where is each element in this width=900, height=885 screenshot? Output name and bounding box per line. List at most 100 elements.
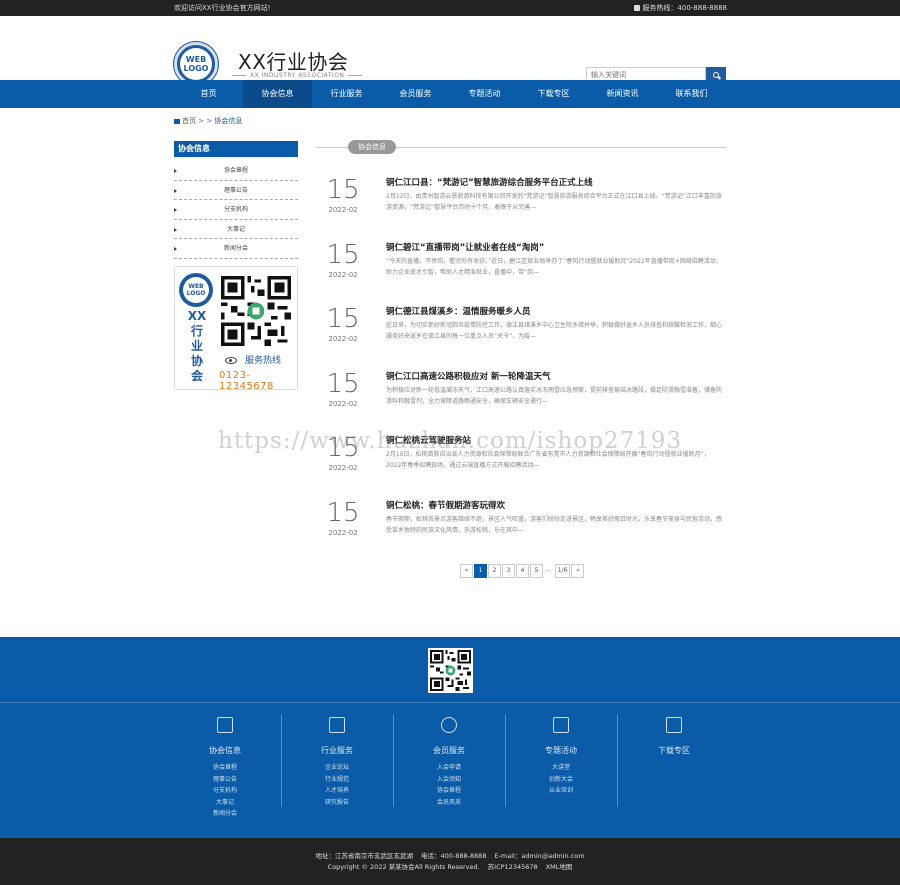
- welcome-text: 欢迎访问XX行业协会官方网站!: [174, 4, 271, 12]
- footer-link[interactable]: 入会申请: [393, 762, 505, 774]
- page-prev-button[interactable]: «: [460, 564, 473, 578]
- sidebar-contact-card: WEB LOGO XX 行 业 协 会 服务热线 0123-12345678: [174, 266, 298, 392]
- news-day: 15: [326, 433, 360, 463]
- news-summary: 2月10日，松桃苗族自治县人力资源和社会保障局联合广东省东莞市人力资源和社会保障…: [386, 451, 710, 469]
- top-hotline: 服务热线：400-888-8888: [634, 3, 727, 13]
- footer-col-events: 专题活动 大讲堂 创新大会 从业培训: [505, 717, 617, 797]
- footer-link[interactable]: 入会须知: [393, 774, 505, 786]
- nav-item-special-events[interactable]: 专题活动: [450, 80, 519, 108]
- news-day: 15: [326, 175, 360, 205]
- footer-link[interactable]: 新闻分会: [169, 808, 281, 820]
- news-date: 2022-02: [328, 464, 358, 472]
- footer-col-title[interactable]: 行业服务: [281, 745, 393, 756]
- news-title[interactable]: 铜仁碧江“直播带岗”让就业者在线“淘岗”: [386, 241, 544, 253]
- footer-link[interactable]: 理事公告: [169, 774, 281, 786]
- footer-phone: 400-888-8888: [440, 852, 487, 860]
- news-title[interactable]: 铜仁江口县：“梵游记”智慧旅游综合服务平台正式上线: [386, 176, 593, 188]
- section-tag: 协会信息: [348, 140, 396, 154]
- footer-link[interactable]: 大讲堂: [505, 762, 617, 774]
- logo-line2: LOGO: [183, 64, 209, 73]
- page-next-button[interactable]: »: [571, 564, 585, 578]
- sidebar-logo-line2: LOGO: [186, 290, 206, 297]
- breadcrumb-home[interactable]: 首页: [182, 117, 196, 125]
- sidebar-item-events[interactable]: 大事记: [174, 220, 298, 239]
- footer-link[interactable]: 协会章程: [393, 785, 505, 797]
- footer-col-title[interactable]: 会员服务: [393, 745, 505, 756]
- footer-link[interactable]: 协会章程: [169, 762, 281, 774]
- news-date: 2022-02: [328, 206, 358, 214]
- footer-email[interactable]: admin@admin.com: [521, 852, 584, 860]
- footer-col-industry: 行业服务 企业论坛 行业规范 人才培养 研究报告: [281, 717, 393, 808]
- footer-col-title[interactable]: 协会信息: [169, 745, 281, 756]
- email-label: E-mail：: [494, 852, 522, 860]
- sidebar-qr-code-icon: [221, 276, 291, 346]
- nav-item-downloads[interactable]: 下载专区: [519, 80, 588, 108]
- news-title[interactable]: 铜仁松桃云驾驶服务站: [386, 434, 471, 446]
- nav-item-industry-service[interactable]: 行业服务: [312, 80, 381, 108]
- footer: 协会信息 协会章程 理事公告 分支机构 大事记 新闻分会 行业服务 企业论坛 行…: [0, 637, 900, 838]
- sidebar-phone: 0123-12345678: [219, 370, 274, 392]
- sidebar-menu: 协会章程 理事公告 分支机构 大事记 新闻分会: [174, 161, 298, 259]
- users-icon: [441, 717, 457, 733]
- news-title[interactable]: 铜仁德江县煤溪乡：温情服务暖乡人员: [386, 305, 531, 317]
- footer-link[interactable]: 分支机构: [169, 785, 281, 797]
- nav-item-member-service[interactable]: 会员服务: [381, 80, 450, 108]
- footer-link[interactable]: 从业培训: [505, 785, 617, 797]
- footer-divider: [0, 702, 900, 703]
- news-item[interactable]: 15 2022-02 铜仁碧江“直播带岗”让就业者在线“淘岗” “今天的直播，不…: [318, 241, 728, 301]
- page-button[interactable]: 1: [474, 564, 487, 578]
- news-summary: 为积极应对新一轮低温凝冻天气，江口高速公路认真落实冰冻雨雪应急预案，提前排查易结…: [386, 387, 722, 405]
- news-item[interactable]: 15 2022-02 铜仁德江县煤溪乡：温情服务暖乡人员 近日来，为切实抓好新冠…: [318, 305, 728, 365]
- footer-link[interactable]: 企业论坛: [281, 762, 393, 774]
- org-char: 行: [190, 324, 203, 338]
- sidebar-item-news-branch[interactable]: 新闻分会: [174, 239, 298, 259]
- news-title[interactable]: 铜仁江口高速公路积极应对 新一轮降温天气: [386, 370, 550, 382]
- chat-icon: [666, 717, 682, 733]
- sidebar-item-charter[interactable]: 协会章程: [174, 161, 298, 181]
- nav-item-contact[interactable]: 联系我们: [657, 80, 726, 108]
- news-summary: “今天的直播，不停岗，看完你有收获。”近日，碧江区就业局举办了“春风行动暨就业援…: [386, 258, 722, 276]
- footer-col-title[interactable]: 下载专区: [618, 745, 730, 756]
- news-day: 15: [326, 498, 360, 528]
- icp-link[interactable]: 苏ICP12345678: [488, 863, 538, 871]
- page-button[interactable]: 4: [516, 564, 529, 578]
- sitemap-link[interactable]: XML地图: [546, 863, 573, 871]
- page-button[interactable]: 2: [488, 564, 501, 578]
- footer-contact-line: 地址：江苏省南京市玄武区玄武湖 电话：400-888-8888 E-mail：adm…: [0, 850, 900, 860]
- address-label: 地址：: [315, 852, 335, 860]
- footer-link[interactable]: 创新大会: [505, 774, 617, 786]
- sidebar-item-council-notice[interactable]: 理事公告: [174, 181, 298, 200]
- news-item[interactable]: 15 2022-02 铜仁江口高速公路积极应对 新一轮降温天气 为积极应对新一轮…: [318, 370, 728, 430]
- news-day: 15: [326, 369, 360, 399]
- footer-link[interactable]: 行业规范: [281, 774, 393, 786]
- page-button[interactable]: 5: [530, 564, 543, 578]
- sidebar-logo: WEB LOGO: [179, 273, 213, 307]
- footer-link[interactable]: 大事记: [169, 797, 281, 809]
- box-icon: [329, 717, 345, 733]
- news-item[interactable]: 15 2022-02 铜仁松桃：春节假期游客玩得欢 春节假期，松桃各景点游客络绎…: [318, 499, 728, 559]
- footer-col-association: 协会信息 协会章程 理事公告 分支机构 大事记 新闻分会: [169, 717, 281, 820]
- footer-col-title[interactable]: 专题活动: [505, 745, 617, 756]
- news-item[interactable]: 15 2022-02 铜仁江口县：“梵游记”智慧旅游综合服务平台正式上线 2月1…: [318, 176, 728, 236]
- footer-link[interactable]: 研究报告: [281, 797, 393, 809]
- footer-link[interactable]: 会员风采: [393, 797, 505, 809]
- footer-copyright-line: Copyright © 2022 某某协会All Rights Reserved…: [0, 861, 900, 871]
- news-title[interactable]: 铜仁松桃：春节假期游客玩得欢: [386, 499, 505, 511]
- sidebar-item-branches[interactable]: 分支机构: [174, 200, 298, 220]
- phone-label: 电话：: [420, 852, 441, 860]
- nav-item-association-info[interactable]: 协会信息: [243, 80, 312, 108]
- sidebar-org-name: XX 行 业 协 会: [187, 309, 207, 384]
- news-summary: 近日来，为切实抓好新冠肺炎疫情防控工作，德江县煤溪乡中心卫生院多措并举，积极做好…: [386, 322, 722, 340]
- news-summary: 春节假期，松桃各景点游客络绎不绝，景区人气旺盛，游客们纷纷走进景区，畅享美好假日…: [386, 516, 722, 534]
- main-nav: 首页 协会信息 行业服务 会员服务 专题活动 下载专区 新闻资讯 联系我们: [0, 80, 900, 108]
- news-day: 15: [326, 240, 360, 270]
- page-button[interactable]: 3: [502, 564, 515, 578]
- footer-link[interactable]: 人才培养: [281, 785, 393, 797]
- nav-item-news[interactable]: 新闻资讯: [588, 80, 657, 108]
- nav-item-home[interactable]: 首页: [174, 80, 243, 108]
- news-summary: 2月12日，由贵州智游云慧旅游科技有限公司开发的“梵游记”智慧旅游服务综合平台正…: [386, 193, 722, 211]
- eye-icon: [225, 357, 237, 364]
- breadcrumb-current[interactable]: 协会信息: [214, 117, 242, 125]
- news-date: 2022-02: [328, 271, 358, 279]
- news-item[interactable]: 15 2022-02 铜仁松桃云驾驶服务站 2月10日，松桃苗族自治县人力资源和…: [318, 434, 728, 494]
